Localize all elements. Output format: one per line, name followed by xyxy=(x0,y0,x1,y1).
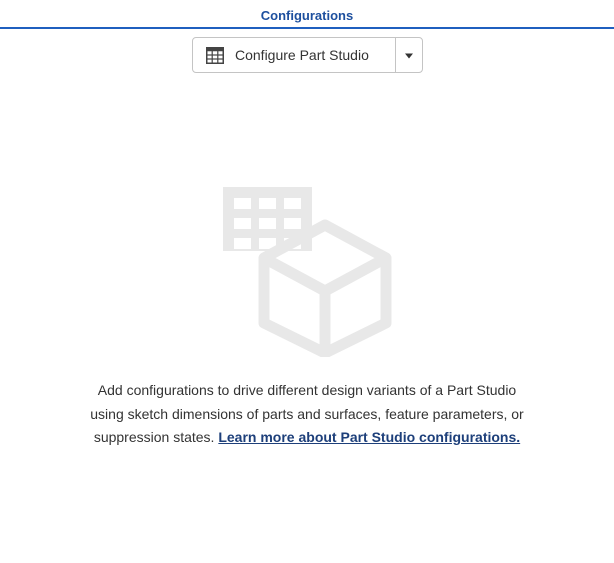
empty-state-message: Add configurations to drive different de… xyxy=(86,379,528,450)
configure-part-studio-button[interactable]: Configure Part Studio xyxy=(193,38,395,72)
configuration-table-cube-icon xyxy=(220,185,395,359)
configurations-panel: Configurations Configure Part Studio Add… xyxy=(0,0,614,563)
learn-more-link[interactable]: Learn more about Part Studio configurati… xyxy=(218,429,520,445)
panel-header: Configurations xyxy=(0,0,614,29)
configure-dropdown-button[interactable] xyxy=(396,38,422,72)
configure-part-studio-split-button: Configure Part Studio xyxy=(192,37,423,73)
configure-part-studio-label: Configure Part Studio xyxy=(235,47,369,63)
table-icon xyxy=(206,46,224,64)
caret-down-icon xyxy=(404,46,414,64)
panel-title: Configurations xyxy=(260,8,354,23)
